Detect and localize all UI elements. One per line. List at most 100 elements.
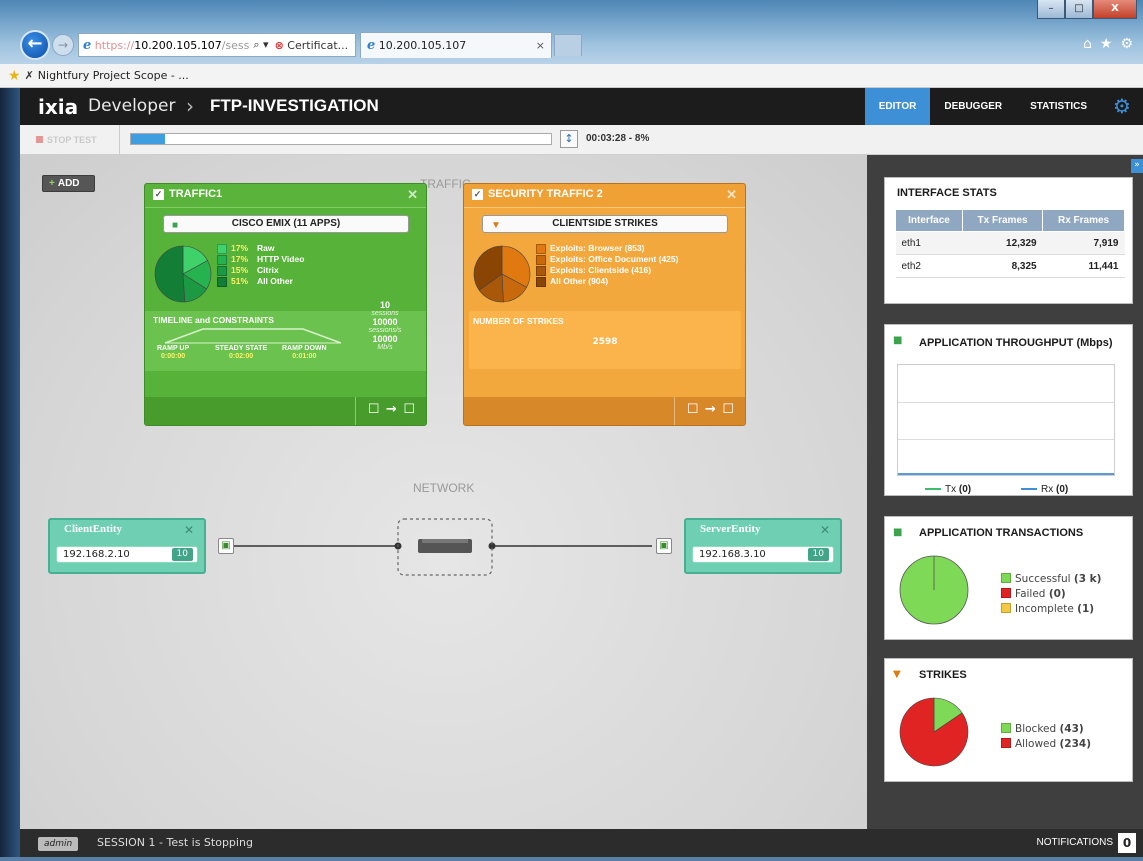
legend-swatch xyxy=(1001,573,1011,583)
favorites-bar: ★ ✗ Nightfury Project Scope - ... xyxy=(0,64,1143,88)
column-header: Interface xyxy=(894,209,964,232)
home-icon[interactable]: ⌂ xyxy=(1083,36,1092,52)
transactions-title: APPLICATION TRANSACTIONS xyxy=(919,527,1084,539)
transactions-pie xyxy=(899,555,969,625)
tx-frames-cell: 12,329 xyxy=(962,231,1043,255)
client-port-icon[interactable]: ▣ xyxy=(218,538,234,554)
rx-legend: Rx (0) xyxy=(1021,484,1068,495)
tools-gear-icon[interactable]: ⚙ xyxy=(1120,36,1133,52)
stop-test-label: STOP TEST xyxy=(47,135,97,145)
legend-value: (43) xyxy=(1059,723,1084,735)
rx-frames-cell: 7,919 xyxy=(1042,231,1125,255)
stop-test-button[interactable]: STOP TEST xyxy=(20,125,120,155)
notifications-count-badge[interactable]: 0 xyxy=(1118,833,1136,853)
test-control-bar: STOP TEST ↕ 00:03:28 - 8% xyxy=(20,125,1143,155)
collapse-sidebar-icon[interactable]: » xyxy=(1131,159,1143,173)
tx-frames-cell: 8,325 xyxy=(962,254,1043,278)
tx-label: Tx xyxy=(945,484,957,495)
tx-value: (0) xyxy=(958,484,972,495)
back-button[interactable]: ← xyxy=(20,30,50,60)
browser-tab[interactable]: e 10.200.105.107 × xyxy=(360,32,552,58)
favorites-star-icon[interactable]: ★ xyxy=(1100,36,1113,52)
network-links xyxy=(232,518,652,576)
stats-sidebar: » INTERFACE STATS Interface Tx Frames Rx… xyxy=(867,155,1143,829)
user-badge[interactable]: admin xyxy=(38,837,79,851)
ie-icon: e xyxy=(83,37,92,53)
legend-swatch xyxy=(1001,738,1011,748)
ie-tab-icon: e xyxy=(367,38,376,53)
legend-item: Failed (0) xyxy=(1001,587,1101,602)
minimize-button[interactable]: – xyxy=(1037,0,1065,19)
status-bar: admin SESSION 1 - Test is Stopping NOTIF… xyxy=(20,829,1143,857)
address-scheme: https:// xyxy=(94,38,135,52)
test-progress-bar xyxy=(130,133,552,145)
server-port-icon[interactable]: ▣ xyxy=(656,538,672,554)
chart-gridline xyxy=(898,402,1114,403)
legend-item: Successful (3 k) xyxy=(1001,572,1101,587)
network-device-icon[interactable] xyxy=(418,538,472,556)
client-entity[interactable]: ClientEntity ✕ 192.168.2.10 10 xyxy=(48,518,206,574)
settings-gear-icon[interactable]: ⚙ xyxy=(1101,88,1143,125)
server-ip-field[interactable]: 192.168.3.10 10 xyxy=(692,546,834,563)
rx-frames-cell: 11,441 xyxy=(1042,254,1125,278)
server-ip: 192.168.3.10 xyxy=(699,549,766,560)
address-bar[interactable]: e https:// 10.200.105.107 /sess ⌕ ▾ ⊗ Ce… xyxy=(78,33,356,57)
interface-cell: eth2 xyxy=(895,254,963,278)
server-entity-close-icon[interactable]: ✕ xyxy=(820,523,830,537)
transactions-card: ■ APPLICATION TRANSACTIONS Successful (3… xyxy=(884,516,1133,640)
refresh-icon[interactable]: ↻ xyxy=(354,39,355,52)
browser-tools: ⌂ ★ ⚙ xyxy=(1083,36,1133,52)
chart-x-axis xyxy=(898,473,1114,475)
maximize-button[interactable]: □ xyxy=(1065,0,1093,19)
project-title: FTP-INVESTIGATION xyxy=(210,96,379,115)
editor-canvas: + ADD TRAFFIC ✓ TRAFFIC1 ✕ ■ CISCO EMIX (1… xyxy=(20,155,867,829)
strikes-pie xyxy=(899,697,969,767)
tab-editor[interactable]: EDITOR xyxy=(864,88,931,133)
pin-progress-icon[interactable]: ↕ xyxy=(560,130,578,148)
strikes-legend: Blocked (43) Allowed (234) xyxy=(1001,722,1091,752)
favorite-tool-icon: ✗ xyxy=(24,69,34,82)
add-favorite-icon[interactable]: ★ xyxy=(8,68,21,84)
throughput-title: APPLICATION THROUGHPUT (Mbps) xyxy=(919,337,1113,349)
transactions-legend: Successful (3 k) Failed (0) Incomplete (… xyxy=(1001,572,1101,617)
legend-value: (1) xyxy=(1077,603,1095,615)
certificate-error-icon: ⊗ xyxy=(274,38,284,52)
favorite-link[interactable]: Nightfury Project Scope - ... xyxy=(38,69,189,82)
column-header: Tx Frames xyxy=(962,209,1044,232)
close-tab-icon[interactable]: × xyxy=(536,39,545,52)
chart-gridline xyxy=(898,439,1114,440)
browser-nav-row: ← → e https:// 10.200.105.107 /sess ⌕ ▾ … xyxy=(20,30,582,60)
os-taskbar xyxy=(0,857,1143,861)
server-entity[interactable]: ServerEntity ✕ 192.168.3.10 10 xyxy=(684,518,842,574)
close-window-button[interactable]: X xyxy=(1093,0,1137,19)
throughput-card: ■ APPLICATION THROUGHPUT (Mbps) Tx (0) R… xyxy=(884,324,1133,496)
table-row: eth2 8,325 11,441 xyxy=(895,254,1125,278)
breadcrumb-separator: › xyxy=(186,94,194,118)
table-row: eth1 12,329 7,919 xyxy=(895,231,1125,255)
legend-item: Incomplete (1) xyxy=(1001,602,1101,617)
new-tab-button[interactable] xyxy=(554,34,582,56)
tab-statistics[interactable]: STATISTICS xyxy=(1016,88,1101,125)
table-header-row: Interface Tx Frames Rx Frames xyxy=(894,209,1125,232)
client-entity-close-icon[interactable]: ✕ xyxy=(184,523,194,537)
client-ip-field[interactable]: 192.168.2.10 10 xyxy=(56,546,198,563)
app-mix-icon: ■ xyxy=(893,527,903,538)
legend-label: Blocked xyxy=(1015,723,1057,735)
legend-value: (234) xyxy=(1059,738,1092,750)
legend-label: Failed xyxy=(1015,588,1046,600)
address-host: 10.200.105.107 xyxy=(134,38,222,52)
forward-button[interactable]: → xyxy=(52,34,74,56)
window-controls: – □ X xyxy=(1037,0,1137,19)
tx-line-swatch xyxy=(925,488,941,491)
search-icon[interactable]: ⌕ ▾ xyxy=(253,38,268,52)
column-header: Rx Frames xyxy=(1042,209,1125,232)
notifications-label[interactable]: NOTIFICATIONS xyxy=(1037,837,1113,848)
certificate-error[interactable]: ⊗ Certificat... xyxy=(275,39,349,52)
server-entity-name: ServerEntity xyxy=(700,523,761,535)
strikes-card: ▼ STRIKES Blocked (43) Allowed (234) xyxy=(884,658,1133,782)
session-status: SESSION 1 - Test is Stopping xyxy=(97,836,253,849)
interface-stats-card: INTERFACE STATS Interface Tx Frames Rx F… xyxy=(884,177,1133,304)
legend-swatch xyxy=(1001,603,1011,613)
test-timer: 00:03:28 - 8% xyxy=(586,133,650,144)
tab-debugger[interactable]: DEBUGGER xyxy=(930,88,1016,125)
